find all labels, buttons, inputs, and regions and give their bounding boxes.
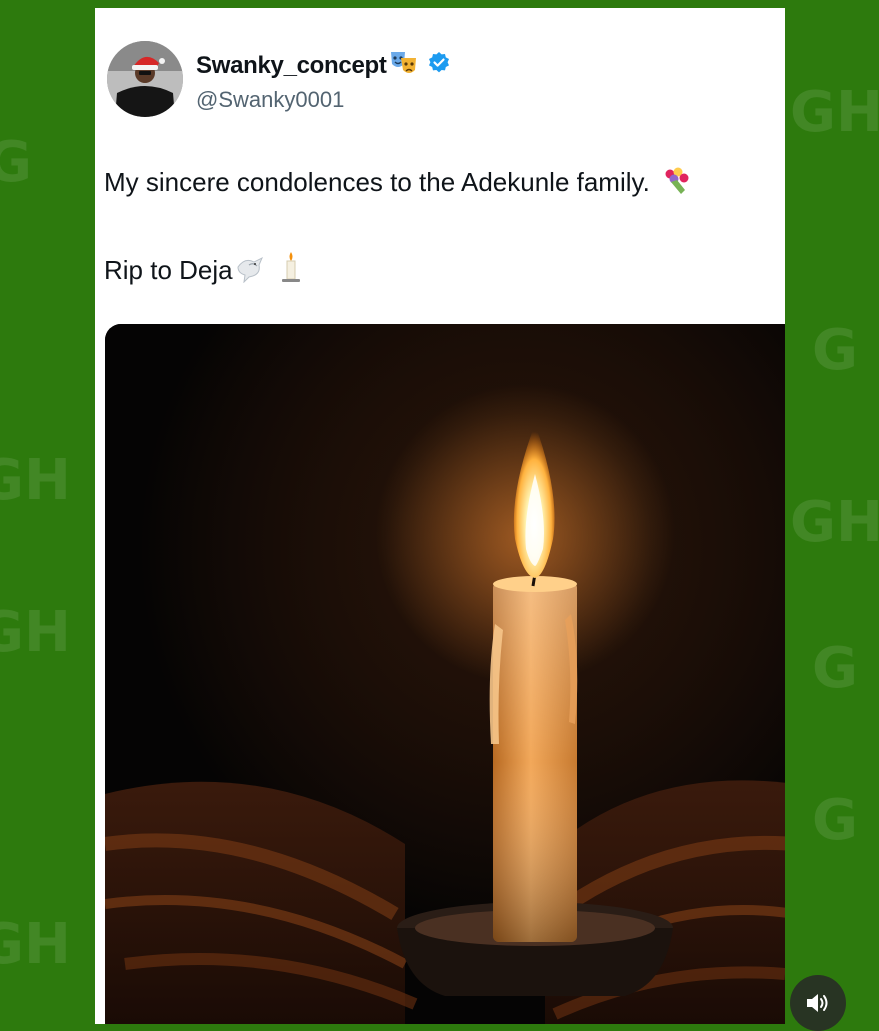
tweet-text-line-1: My sincere condolences to the Adekunle f… bbox=[104, 165, 691, 202]
candle-icon bbox=[280, 251, 302, 290]
bouquet-icon bbox=[661, 165, 691, 202]
watermark-logo: G bbox=[812, 636, 858, 701]
avatar[interactable] bbox=[107, 41, 183, 117]
tweet-text: My sincere condolences to the Adekunle f… bbox=[104, 167, 650, 197]
sound-toggle-button[interactable] bbox=[790, 975, 846, 1031]
candle-image[interactable] bbox=[105, 324, 785, 1024]
avatar-image bbox=[107, 41, 183, 117]
display-name[interactable]: Swanky_concept bbox=[196, 52, 387, 80]
author-name-row[interactable]: Swanky_concept bbox=[196, 49, 451, 82]
watermark-logo: G bbox=[812, 788, 858, 853]
performing-arts-icon bbox=[389, 49, 419, 82]
candle-photo bbox=[105, 324, 785, 1024]
dove-icon bbox=[235, 253, 265, 290]
watermark-logo: GH bbox=[790, 490, 879, 555]
speaker-icon bbox=[807, 994, 828, 1012]
verified-badge-icon bbox=[427, 51, 451, 80]
watermark-logo: G bbox=[0, 130, 32, 195]
tweet-card: Swanky_concept @Swanky0001 My sincere co… bbox=[95, 8, 785, 1024]
watermark-logo: GH bbox=[0, 912, 71, 977]
watermark-logo: GH bbox=[0, 600, 71, 665]
tweet-text: Rip to Deja bbox=[104, 255, 233, 285]
watermark-logo: GH bbox=[0, 448, 71, 513]
tweet-text-line-2: Rip to Deja bbox=[104, 251, 302, 290]
watermark-logo: GH bbox=[790, 80, 879, 145]
watermark-logo: G bbox=[812, 318, 858, 383]
user-handle[interactable]: @Swanky0001 bbox=[196, 87, 344, 113]
